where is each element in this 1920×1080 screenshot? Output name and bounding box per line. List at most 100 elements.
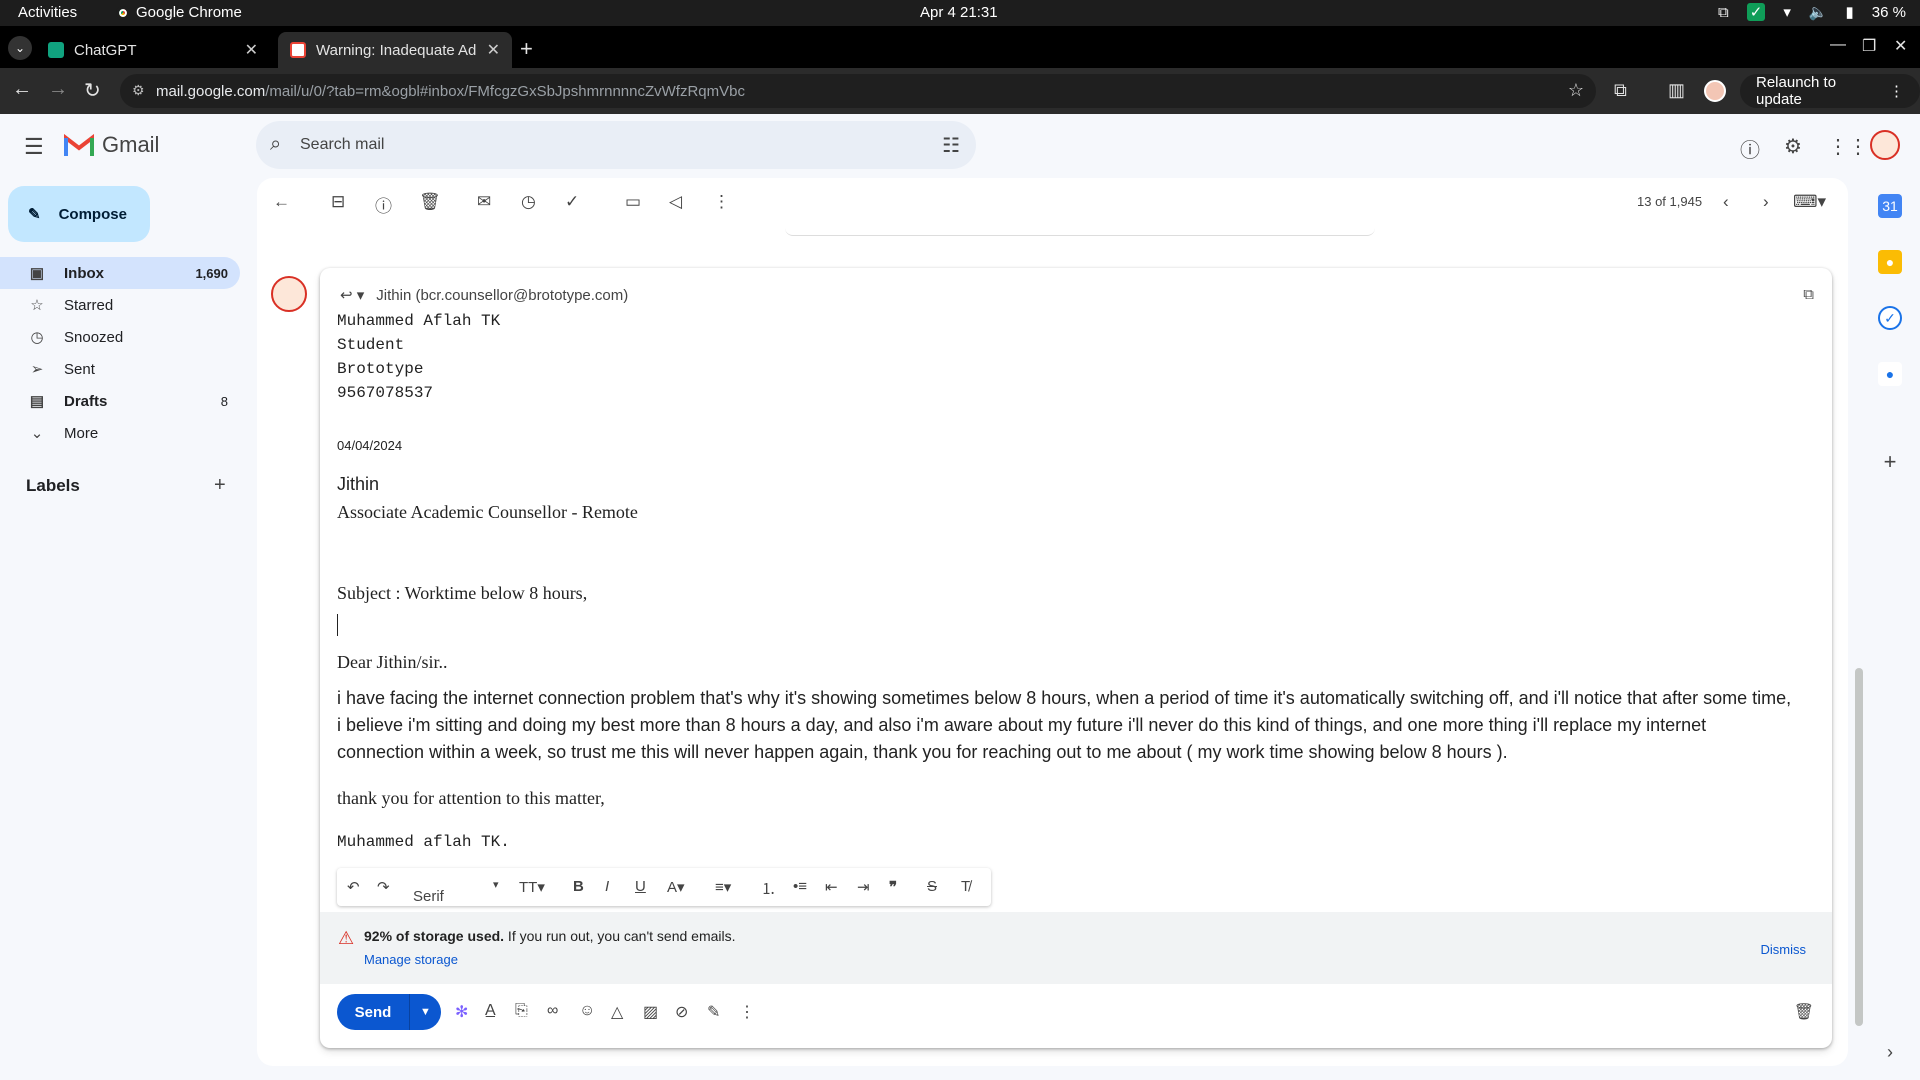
tasks-icon[interactable]: ✓ (1878, 306, 1902, 330)
help-icon[interactable]: ⓘ (1740, 134, 1760, 163)
send-button[interactable]: Send ▼ (337, 994, 441, 1030)
apps-grid-icon[interactable]: ⋮⋮ (1828, 134, 1868, 159)
system-tray[interactable]: ⧉ ✓ ▾ 🔈 ▮ 36 % (1718, 3, 1906, 21)
forward-icon[interactable]: → (48, 78, 68, 101)
indent-more-icon[interactable]: ⇥ (857, 878, 870, 896)
more-compose-options-icon[interactable]: ⋮ (739, 1002, 755, 1022)
search-input[interactable]: ⌕ Search mail ☷ (256, 121, 976, 169)
label-icon[interactable]: ◁ (669, 192, 682, 212)
tab-chatgpt[interactable]: ChatGPT ✕ (36, 32, 270, 68)
activities-button[interactable]: Activities (18, 4, 77, 21)
help-me-write-icon[interactable]: ✻ (455, 1002, 468, 1022)
report-spam-icon[interactable]: ⓘ (375, 192, 392, 217)
compose-button[interactable]: ✎ Compose (8, 186, 150, 242)
signature-icon[interactable]: ✎ (707, 1002, 720, 1022)
mark-unread-icon[interactable]: ✉ (477, 192, 491, 212)
close-window-icon[interactable]: ✕ (1894, 36, 1907, 56)
emoji-icon[interactable]: ☺ (579, 1002, 595, 1020)
nav-item-snoozed[interactable]: ◷ Snoozed (0, 321, 240, 353)
calendar-icon[interactable]: 31 (1878, 194, 1902, 218)
nav-item-more[interactable]: ⌄ More (0, 417, 240, 449)
collapsed-messages[interactable] (785, 226, 1375, 236)
subject-line: Subject : Worktime below 8 hours, (337, 583, 588, 603)
clock[interactable]: Apr 4 21:31 (920, 4, 998, 21)
nav-item-sent[interactable]: ➢ Sent (0, 353, 240, 385)
input-tools-icon[interactable]: ⌨▾ (1793, 192, 1826, 212)
formatting-options-icon[interactable]: A̲ (485, 1002, 496, 1020)
strikethrough-icon[interactable]: S (927, 878, 937, 895)
bold-icon[interactable]: B (573, 878, 584, 895)
extension-tray-icon[interactable]: ⧉ (1718, 4, 1729, 21)
indent-less-icon[interactable]: ⇤ (825, 878, 838, 896)
contacts-icon[interactable]: ● (1878, 362, 1902, 386)
side-panel-icon[interactable]: ▥ (1668, 80, 1685, 101)
relaunch-button[interactable]: Relaunch to update ⋮ (1740, 74, 1920, 108)
tab-search-button[interactable]: ⌄ (8, 36, 32, 60)
close-tab-icon[interactable]: ✕ (487, 40, 500, 60)
bulleted-list-icon[interactable]: •≡ (793, 878, 807, 895)
search-options-icon[interactable]: ☷ (942, 133, 960, 158)
nav-item-starred[interactable]: ☆ Starred (0, 289, 240, 321)
text-color-icon[interactable]: A▾ (667, 878, 685, 896)
scrollbar[interactable] (1855, 668, 1863, 1026)
more-options-icon[interactable]: ⋮ (713, 192, 730, 212)
recipient-name: Jithin (337, 474, 380, 494)
discard-draft-icon[interactable]: 🗑 (1794, 1002, 1814, 1022)
account-avatar[interactable] (1870, 130, 1900, 160)
send-options-icon[interactable]: ▼ (410, 1006, 441, 1018)
insert-photo-icon[interactable]: ▨ (643, 1002, 658, 1022)
remove-formatting-icon[interactable]: T̸ (961, 878, 970, 895)
get-addons-icon[interactable]: + (1878, 449, 1902, 474)
maximize-icon[interactable]: ❐ (1862, 36, 1876, 56)
manage-storage-link[interactable]: Manage storage (364, 952, 458, 967)
move-to-icon[interactable]: ▭ (625, 192, 641, 212)
new-tab-button[interactable]: + (520, 36, 533, 62)
main-menu-icon[interactable]: ☰ (24, 134, 44, 160)
font-size-icon[interactable]: TT▾ (519, 878, 545, 896)
add-task-icon[interactable]: ✓ (565, 192, 579, 212)
app-tray-icon[interactable]: ✓ (1746, 3, 1766, 21)
settings-gear-icon[interactable]: ⚙ (1784, 134, 1802, 159)
undo-icon[interactable]: ↶ (347, 878, 360, 896)
drive-icon[interactable]: △ (611, 1002, 623, 1022)
site-info-icon[interactable]: ⚙ (132, 82, 145, 99)
back-icon[interactable]: ← (12, 78, 32, 101)
signature: Muhammed aflah TK. (337, 833, 510, 851)
insert-link-icon[interactable]: ∞ (547, 1002, 558, 1020)
align-icon[interactable]: ≡▾ (715, 878, 731, 896)
newer-icon[interactable]: ‹ (1723, 192, 1729, 212)
back-to-inbox-icon[interactable]: ← (273, 192, 290, 212)
keep-icon[interactable]: ● (1878, 250, 1902, 274)
reply-icon[interactable]: ↩ ▾ (340, 286, 364, 304)
hide-side-panel-icon[interactable]: › (1878, 1040, 1902, 1064)
redo-icon[interactable]: ↷ (377, 878, 390, 896)
underline-icon[interactable]: U (635, 878, 646, 895)
close-tab-icon[interactable]: ✕ (245, 40, 258, 60)
confidential-mode-icon[interactable]: ⊘ (675, 1002, 688, 1022)
numbered-list-icon[interactable]: ⒈ (761, 878, 776, 899)
archive-icon[interactable]: ⊟ (331, 192, 345, 212)
gmail-logo[interactable]: Gmail (64, 132, 159, 158)
tab-gmail[interactable]: Warning: Inadequate Ad ✕ (278, 32, 512, 68)
nav-item-drafts[interactable]: ▤ Drafts 8 (0, 385, 240, 417)
search-icon[interactable]: ⌕ (270, 133, 281, 156)
pop-out-icon[interactable]: ⧉ (1803, 286, 1814, 303)
bookmark-star-icon[interactable]: ☆ (1568, 80, 1584, 101)
italic-icon[interactable]: I (605, 878, 609, 895)
profile-avatar[interactable] (1704, 80, 1726, 102)
nav-item-inbox[interactable]: ▣ Inbox 1,690 (0, 257, 240, 289)
dismiss-button[interactable]: Dismiss (1761, 942, 1807, 957)
add-label-icon[interactable]: + (214, 474, 226, 497)
address-bar[interactable]: ⚙ mail.google.com /mail/u/0/?tab=rm&ogbl… (120, 74, 1596, 108)
reload-icon[interactable]: ↻ (84, 78, 101, 103)
quote-icon[interactable]: ❞ (889, 878, 897, 896)
minimize-icon[interactable]: — (1830, 36, 1846, 54)
snooze-icon[interactable]: ◷ (521, 192, 536, 212)
attach-icon[interactable]: ⎘ (515, 1002, 528, 1020)
app-menu[interactable]: Google Chrome (116, 4, 242, 21)
delete-icon[interactable]: 🗑 (419, 192, 441, 212)
older-icon[interactable]: › (1763, 192, 1769, 212)
extensions-icon[interactable]: ⧉ (1614, 80, 1627, 101)
reply-header[interactable]: ↩ ▾ Jithin (bcr.counsellor@brototype.com… (340, 286, 628, 305)
kebab-icon: ⋮ (1889, 83, 1904, 100)
